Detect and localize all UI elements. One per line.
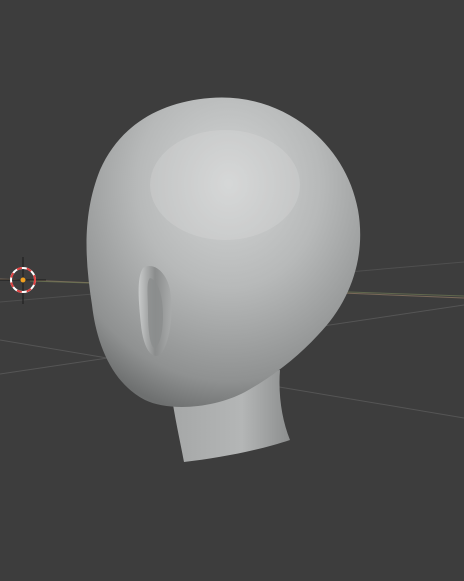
viewport-canvas[interactable]: [0, 0, 464, 581]
3d-viewport[interactable]: [0, 0, 464, 581]
head-highlight: [150, 130, 300, 240]
3d-cursor-icon[interactable]: [0, 257, 46, 304]
